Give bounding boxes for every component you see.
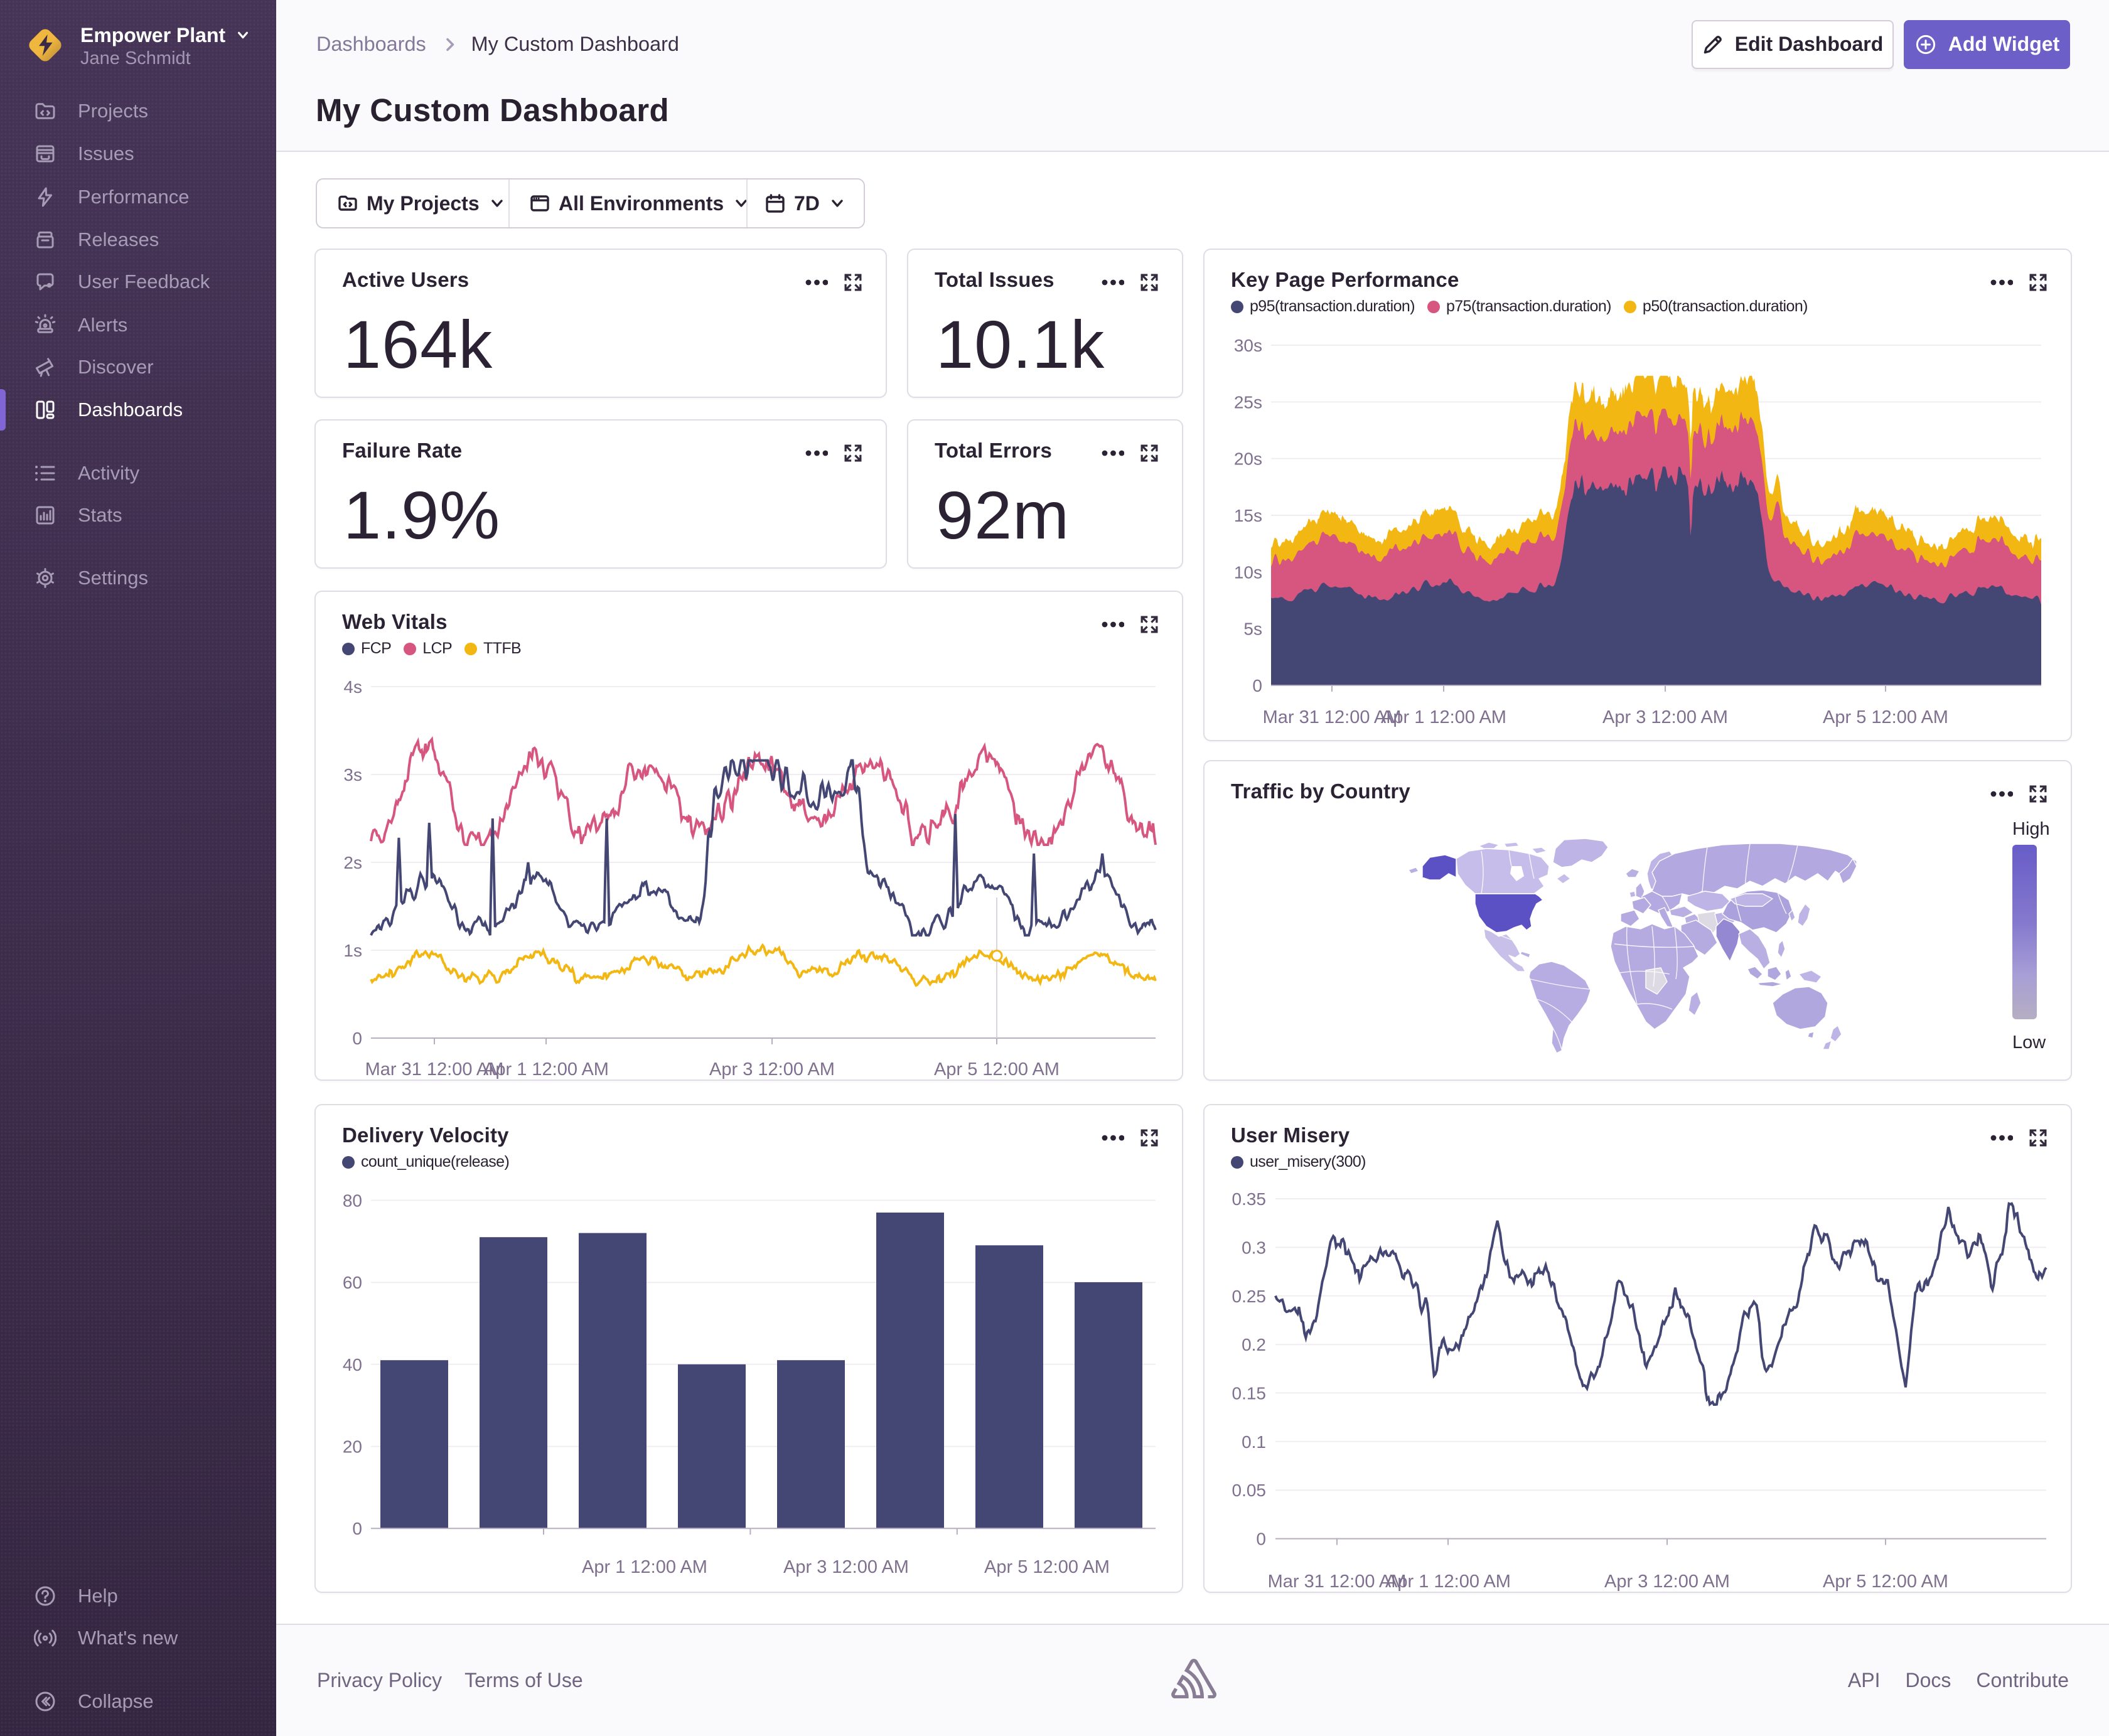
svg-text:Apr 5 12:00 AM: Apr 5 12:00 AM xyxy=(934,1059,1060,1080)
svg-text:Apr 3 12:00 AM: Apr 3 12:00 AM xyxy=(783,1557,909,1577)
svg-text:0: 0 xyxy=(352,1519,362,1538)
svg-text:0: 0 xyxy=(352,1029,362,1048)
svg-text:0.2: 0.2 xyxy=(1242,1335,1266,1354)
svg-text:0.3: 0.3 xyxy=(1242,1238,1266,1257)
svg-text:10s: 10s xyxy=(1234,562,1262,582)
svg-text:60: 60 xyxy=(343,1273,362,1292)
svg-text:15s: 15s xyxy=(1234,506,1262,525)
svg-text:0: 0 xyxy=(1252,676,1262,695)
svg-text:Apr 3 12:00 AM: Apr 3 12:00 AM xyxy=(709,1059,835,1080)
svg-text:80: 80 xyxy=(343,1191,362,1210)
svg-text:0.35: 0.35 xyxy=(1232,1189,1267,1209)
svg-text:Apr 5 12:00 AM: Apr 5 12:00 AM xyxy=(984,1557,1110,1577)
svg-text:2s: 2s xyxy=(343,853,362,872)
svg-text:1s: 1s xyxy=(343,941,362,960)
svg-text:40: 40 xyxy=(343,1355,362,1374)
svg-text:Apr 1 12:00 AM: Apr 1 12:00 AM xyxy=(1381,707,1506,727)
svg-text:Apr 3 12:00 AM: Apr 3 12:00 AM xyxy=(1604,1572,1730,1592)
svg-text:3s: 3s xyxy=(343,765,362,785)
svg-text:25s: 25s xyxy=(1234,392,1262,412)
svg-text:30s: 30s xyxy=(1234,336,1262,355)
svg-text:Apr 1 12:00 AM: Apr 1 12:00 AM xyxy=(1385,1572,1511,1592)
svg-text:20s: 20s xyxy=(1234,449,1262,469)
svg-text:0.25: 0.25 xyxy=(1232,1287,1267,1306)
svg-text:0.05: 0.05 xyxy=(1232,1481,1267,1500)
svg-text:Apr 5 12:00 AM: Apr 5 12:00 AM xyxy=(1823,1572,1948,1592)
svg-text:0.15: 0.15 xyxy=(1232,1383,1267,1403)
svg-text:Apr 1 12:00 AM: Apr 1 12:00 AM xyxy=(483,1059,609,1080)
svg-text:5s: 5s xyxy=(1243,619,1262,639)
svg-text:0.1: 0.1 xyxy=(1242,1432,1266,1452)
svg-text:20: 20 xyxy=(343,1437,362,1457)
svg-text:4s: 4s xyxy=(343,677,362,697)
svg-text:Apr 5 12:00 AM: Apr 5 12:00 AM xyxy=(1823,707,1948,727)
svg-text:Apr 1 12:00 AM: Apr 1 12:00 AM xyxy=(582,1557,707,1577)
svg-text:0: 0 xyxy=(1256,1530,1266,1549)
svg-text:Apr 3 12:00 AM: Apr 3 12:00 AM xyxy=(1602,707,1728,727)
